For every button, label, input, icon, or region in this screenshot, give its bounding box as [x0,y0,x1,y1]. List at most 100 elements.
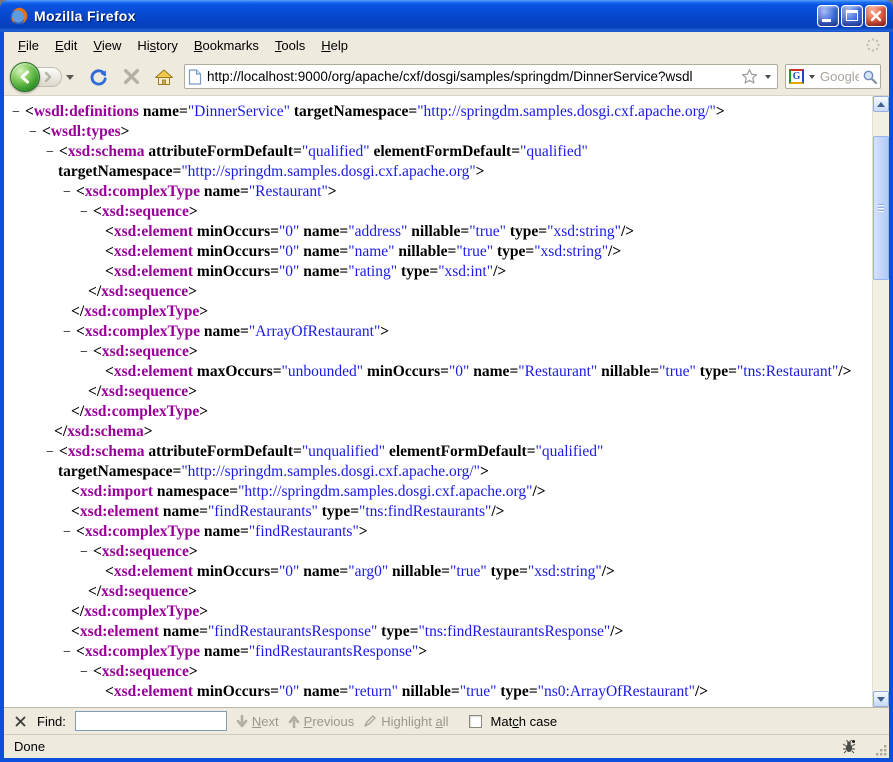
menu-tools[interactable]: Tools [267,34,313,57]
search-magnifier-icon[interactable] [862,69,878,85]
xml-document: −<wsdl:definitions name="DinnerService" … [4,96,872,707]
titlebar: Mozilla Firefox [0,0,893,32]
find-close-button[interactable] [12,713,28,729]
xml-line: −<xsd:sequence> [4,342,872,362]
extension-bug-icon[interactable] [842,739,857,754]
menu-file[interactable]: File [10,34,47,57]
stop-button[interactable] [118,64,144,90]
xml-line: </xsd:sequence> [4,282,872,302]
xml-line: targetNamespace="http://springdm.samples… [4,162,872,182]
refresh-button[interactable] [85,64,111,90]
close-button[interactable] [865,5,887,27]
xml-line: −<xsd:schema attributeFormDefault="quali… [4,142,872,162]
search-box: G [785,64,881,89]
browser-content: −<wsdl:definitions name="DinnerService" … [4,96,889,707]
back-button[interactable] [10,62,40,92]
collapse-toggle[interactable]: − [80,663,93,683]
collapse-toggle[interactable]: − [63,323,76,343]
url-bar [184,64,778,89]
minimize-button[interactable] [817,5,839,27]
url-input[interactable] [207,69,736,84]
collapse-toggle[interactable]: − [63,183,76,203]
firefox-icon [10,7,28,25]
xml-line: </xsd:complexType> [4,602,872,622]
xml-line: </xsd:sequence> [4,382,872,402]
scroll-up-button[interactable] [873,96,889,112]
status-bar: Done [4,734,889,758]
find-bar: Find: Next Previous [4,707,889,734]
xml-line: </xsd:sequence> [4,582,872,602]
page-icon [188,69,202,85]
collapse-toggle[interactable]: − [80,543,93,563]
vertical-scrollbar[interactable] [872,96,889,707]
collapse-toggle[interactable]: − [63,523,76,543]
xml-line: −<xsd:sequence> [4,662,872,682]
stop-icon [123,68,140,85]
menu-edit[interactable]: Edit [47,34,85,57]
xml-line: −<xsd:complexType name="ArrayOfRestauran… [4,322,872,342]
xml-line: </xsd:complexType> [4,302,872,322]
xml-line: −<wsdl:definitions name="DinnerService" … [4,102,872,122]
refresh-icon [89,67,108,86]
scrollbar-thumb[interactable] [873,136,889,280]
window-title: Mozilla Firefox [34,8,817,24]
search-input[interactable] [820,69,859,84]
close-icon [869,9,883,23]
collapse-toggle[interactable]: − [12,103,25,123]
throbber-icon [865,37,881,53]
collapse-toggle[interactable]: − [80,203,93,223]
find-label: Find: [37,714,66,729]
xml-line: </xsd:schema> [4,422,872,442]
xml-line: <xsd:element minOccurs="0" name="name" n… [4,242,872,262]
find-next-button[interactable]: Next [236,714,279,729]
menu-help[interactable]: Help [313,34,356,57]
collapse-toggle[interactable]: − [63,643,76,663]
firefox-window: Mozilla Firefox File Edit View History B… [0,0,893,762]
arrow-up-icon [288,715,300,728]
bookmark-star-icon[interactable] [741,68,758,85]
arrow-down-icon [236,715,248,728]
xml-line: <xsd:element minOccurs="0" name="address… [4,222,872,242]
collapse-toggle[interactable]: − [46,443,59,463]
xml-line: −<xsd:complexType name="findRestaurantsR… [4,642,872,662]
xml-line: <xsd:import namespace="http://springdm.s… [4,482,872,502]
xml-line: −<xsd:schema attributeFormDefault="unqua… [4,442,872,462]
collapse-toggle[interactable]: − [46,143,59,163]
find-previous-button[interactable]: Previous [288,714,355,729]
xml-line: −<xsd:sequence> [4,202,872,222]
home-button[interactable] [151,64,177,90]
find-highlight-button[interactable]: Highlight all [363,714,448,729]
window-frame: File Edit View History Bookmarks Tools H… [0,32,893,762]
menu-bar: File Edit View History Bookmarks Tools H… [4,32,889,58]
highlighter-pen-icon [363,714,377,728]
menu-history[interactable]: History [129,34,185,57]
chevron-up-icon [877,102,885,107]
xml-line: targetNamespace="http://springdm.samples… [4,462,872,482]
url-history-dropdown[interactable] [765,75,771,79]
menu-view[interactable]: View [85,34,129,57]
xml-line: −<xsd:complexType name="Restaurant"> [4,182,872,202]
forward-icon [43,72,53,82]
navigation-toolbar: G [4,58,889,96]
resize-grip-icon[interactable] [873,742,888,757]
menu-bookmarks[interactable]: Bookmarks [186,34,267,57]
xml-line: <xsd:element minOccurs="0" name="arg0" n… [4,562,872,582]
search-engine-icon[interactable]: G [789,69,804,84]
xml-line: <xsd:element minOccurs="0" name="rating"… [4,262,872,282]
collapse-toggle[interactable]: − [80,343,93,363]
back-icon [18,70,32,84]
home-icon [154,68,174,86]
search-engine-dropdown[interactable] [809,75,815,79]
find-input[interactable] [75,711,227,731]
scroll-down-button[interactable] [873,691,889,707]
collapse-toggle[interactable]: − [29,123,42,143]
match-case-label[interactable]: Match case [491,714,558,729]
close-icon [15,716,26,727]
xml-line: −<xsd:sequence> [4,542,872,562]
match-case-checkbox[interactable] [469,715,482,728]
minimize-icon [822,19,831,22]
back-forward-menu-button[interactable] [66,75,74,80]
chevron-down-icon [877,697,885,702]
xml-line: −<xsd:complexType name="findRestaurants"… [4,522,872,542]
maximize-button[interactable] [841,5,863,27]
